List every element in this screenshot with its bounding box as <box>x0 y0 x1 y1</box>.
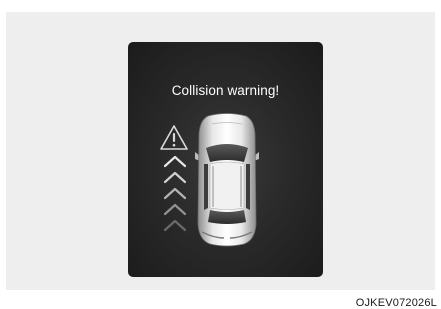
warning-triangle-icon <box>159 124 189 152</box>
approach-indicator <box>162 152 188 242</box>
chevron-up-icon <box>165 157 185 166</box>
chevron-up-icon <box>165 189 185 198</box>
chevron-up-icon <box>165 221 185 230</box>
figure-code: OJKEV072026L <box>356 297 437 309</box>
collision-warning-message: Collision warning! <box>128 83 323 98</box>
cluster-display: Collision warning! <box>128 42 323 277</box>
chevron-up-icon <box>165 173 185 182</box>
car-top-view-icon <box>194 112 260 248</box>
chevron-up-icon <box>165 205 185 214</box>
